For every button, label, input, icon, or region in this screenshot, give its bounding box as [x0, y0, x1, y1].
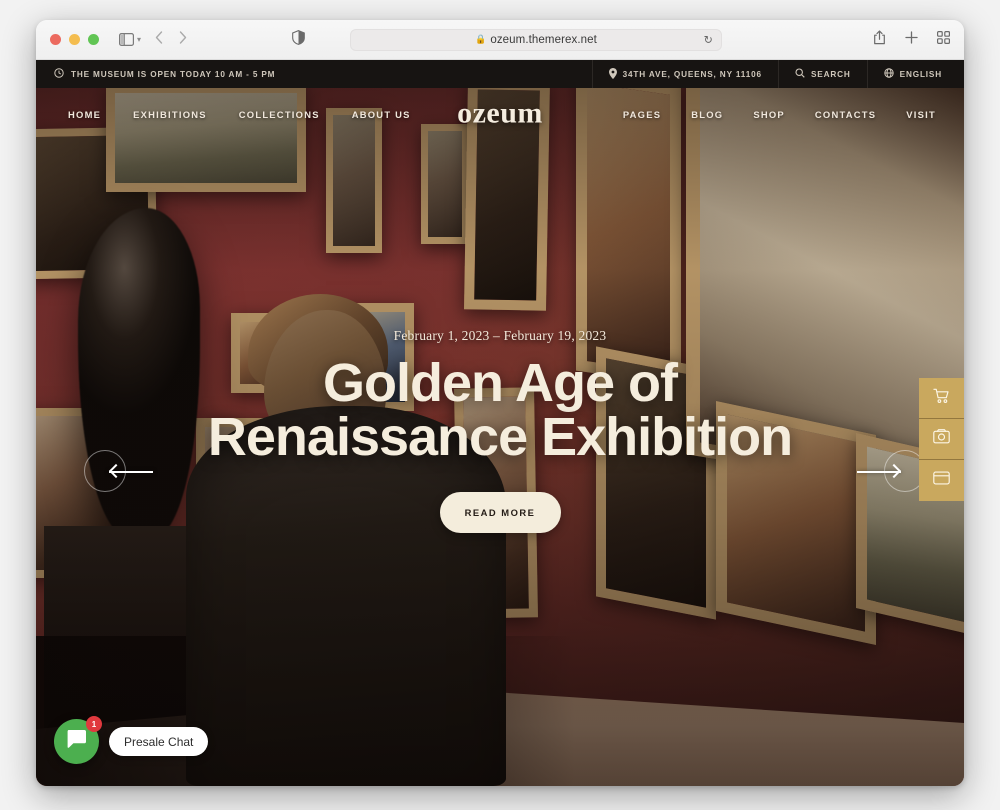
museum-address-text: 34TH AVE, QUEENS, NY 11106 — [622, 69, 762, 79]
search-button[interactable]: SEARCH — [777, 60, 867, 88]
gallery-widget-button[interactable] — [919, 419, 964, 460]
reload-button[interactable]: ↻ — [704, 33, 713, 46]
nav-item-collections[interactable]: COLLECTIONS — [239, 109, 320, 120]
utility-bar: THE MUSEUM IS OPEN TODAY 10 AM - 5 PM 34… — [36, 60, 964, 88]
window-card-icon — [933, 471, 950, 490]
nav-item-pages[interactable]: PAGES — [623, 109, 661, 120]
page-viewport: THE MUSEUM IS OPEN TODAY 10 AM - 5 PM 34… — [36, 60, 964, 786]
museum-hours-text: THE MUSEUM IS OPEN TODAY 10 AM - 5 PM — [71, 69, 276, 79]
toolbar-actions — [873, 30, 951, 50]
navigation-arrows — [155, 31, 187, 48]
browser-toolbar: ▾ 🔒 ozeum.themerex.net ↻ — [36, 20, 964, 60]
nav-links-right: PAGES BLOG SHOP CONTACTS VISIT — [623, 109, 946, 120]
back-button[interactable] — [155, 31, 163, 48]
read-more-button[interactable]: READ MORE — [439, 492, 561, 533]
close-window-button[interactable] — [50, 34, 61, 45]
nav-item-home[interactable]: HOME — [68, 109, 101, 120]
hero-content: February 1, 2023 – February 19, 2023 Gol… — [36, 328, 964, 533]
nav-item-contacts[interactable]: CONTACTS — [815, 109, 876, 120]
nav-item-shop[interactable]: SHOP — [753, 109, 785, 120]
privacy-shield-icon — [292, 29, 305, 45]
nav-item-visit[interactable]: VISIT — [906, 109, 936, 120]
tab-overview-button[interactable] — [937, 30, 951, 49]
globe-icon — [883, 68, 894, 80]
arrow-left-icon — [84, 450, 153, 492]
cart-widget-button[interactable] — [919, 378, 964, 419]
nav-item-about-us[interactable]: ABOUT US — [352, 109, 411, 120]
sidebar-toggle-button[interactable]: ▾ — [119, 33, 141, 46]
chat-toggle-button[interactable]: 1 — [54, 716, 102, 764]
forward-button[interactable] — [179, 31, 187, 48]
chat-unread-badge: 1 — [86, 716, 102, 732]
maximize-window-button[interactable] — [88, 34, 99, 45]
lock-icon: 🔒 — [475, 34, 487, 44]
chat-label-button[interactable]: Presale Chat — [109, 727, 209, 756]
museum-hours: THE MUSEUM IS OPEN TODAY 10 AM - 5 PM — [36, 68, 275, 80]
chevron-down-icon[interactable]: ▾ — [137, 35, 141, 44]
sidebar-toggle-icon — [119, 33, 134, 46]
nav-item-exhibitions[interactable]: EXHIBITIONS — [133, 109, 207, 120]
language-label: ENGLISH — [899, 69, 942, 79]
nav-item-blog[interactable]: BLOG — [691, 109, 723, 120]
side-widget-bar — [919, 378, 964, 501]
exhibition-title: Golden Age of Renaissance Exhibition — [207, 353, 793, 467]
location-pin-icon — [608, 67, 617, 81]
shopping-cart-icon — [933, 388, 950, 409]
exhibition-dates: February 1, 2023 – February 19, 2023 — [393, 328, 607, 343]
window-controls — [50, 34, 99, 45]
clock-icon — [54, 68, 64, 80]
nav-links-left: HOME EXHIBITIONS COLLECTIONS ABOUT US — [54, 109, 411, 120]
utility-bar-right: 34TH AVE, QUEENS, NY 11106 SEARCH ENGLIS… — [591, 60, 964, 88]
chat-bubble-icon — [67, 730, 86, 753]
search-label: SEARCH — [810, 69, 851, 79]
museum-address[interactable]: 34TH AVE, QUEENS, NY 11106 — [591, 60, 778, 88]
window-widget-button[interactable] — [919, 460, 964, 501]
presale-chat-widget: 1 Presale Chat — [54, 716, 209, 764]
language-selector[interactable]: ENGLISH — [866, 60, 964, 88]
search-icon — [795, 68, 805, 80]
browser-window: ▾ 🔒 ozeum.themerex.net ↻ THE MUSEUM IS O… — [36, 20, 964, 786]
site-logo[interactable]: ozeum — [457, 96, 543, 130]
slider-prev-button[interactable] — [84, 450, 153, 492]
image-gallery-icon — [933, 429, 950, 449]
share-button[interactable] — [873, 30, 886, 50]
privacy-shield-button[interactable] — [292, 29, 305, 50]
main-navigation: HOME EXHIBITIONS COLLECTIONS ABOUT US oz… — [36, 88, 964, 140]
address-bar[interactable]: 🔒 ozeum.themerex.net ↻ — [350, 28, 722, 51]
url-text: ozeum.themerex.net — [490, 33, 597, 46]
new-tab-button[interactable] — [905, 30, 918, 49]
minimize-window-button[interactable] — [69, 34, 80, 45]
